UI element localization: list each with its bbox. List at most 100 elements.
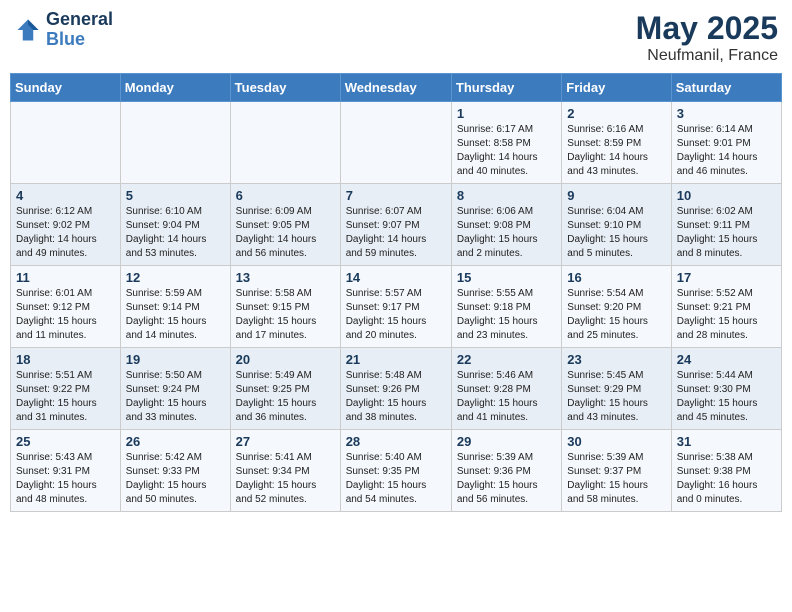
day-number: 25 <box>16 434 115 449</box>
calendar-cell: 16 Sunrise: 5:54 AM Sunset: 9:20 PM Dayli… <box>562 266 671 348</box>
dow-header: Friday <box>562 74 671 102</box>
logo: General Blue <box>14 10 113 50</box>
calendar-cell: 19 Sunrise: 5:50 AM Sunset: 9:24 PM Dayli… <box>120 348 230 430</box>
day-number: 14 <box>346 270 446 285</box>
calendar-cell: 26Sunrise: 5:42 AM Sunset: 9:33 PM Dayli… <box>120 430 230 512</box>
calendar-body: 1 Sunrise: 6:17 AM Sunset: 8:58 PM Daylig… <box>11 102 782 512</box>
calendar-cell: 31 Sunrise: 5:38 AM Sunset: 9:38 PM Dayli… <box>671 430 781 512</box>
day-number: 9 <box>567 188 665 203</box>
day-number: 11 <box>16 270 115 285</box>
day-number: 27 <box>236 434 335 449</box>
calendar-cell <box>120 102 230 184</box>
calendar-cell: 10Sunrise: 6:02 AM Sunset: 9:11 PM Dayli… <box>671 184 781 266</box>
calendar-cell <box>230 102 340 184</box>
day-info: Sunrise: 5:59 AM Sunset: 9:14 PM Dayligh… <box>126 287 225 343</box>
dow-header: Sunday <box>11 74 121 102</box>
day-info: Sunrise: 5:39 AM Sunset: 9:36 PM Dayligh… <box>457 451 556 507</box>
calendar-week-row: 1 Sunrise: 6:17 AM Sunset: 8:58 PM Daylig… <box>11 102 782 184</box>
calendar-cell: 5Sunrise: 6:10 AM Sunset: 9:04 PM Daylig… <box>120 184 230 266</box>
dow-header: Thursday <box>451 74 561 102</box>
day-number: 24 <box>677 352 776 367</box>
page-header: General Blue May 2025 Neufmanil, France <box>10 10 782 65</box>
day-info: Sunrise: 6:10 AM Sunset: 9:04 PM Dayligh… <box>126 205 225 261</box>
day-number: 6 <box>236 188 335 203</box>
calendar-cell: 22 Sunrise: 5:46 AM Sunset: 9:28 PM Dayli… <box>451 348 561 430</box>
day-number: 21 <box>346 352 446 367</box>
day-info: Sunrise: 6:04 AM Sunset: 9:10 PM Dayligh… <box>567 205 665 261</box>
day-info: Sunrise: 5:50 AM Sunset: 9:24 PM Dayligh… <box>126 369 225 425</box>
calendar-cell: 18Sunrise: 5:51 AM Sunset: 9:22 PM Dayli… <box>11 348 121 430</box>
calendar-cell: 7 Sunrise: 6:07 AM Sunset: 9:07 PM Daylig… <box>340 184 451 266</box>
calendar-week-row: 4Sunrise: 6:12 AM Sunset: 9:02 PM Daylig… <box>11 184 782 266</box>
dow-header: Monday <box>120 74 230 102</box>
calendar-week-row: 18Sunrise: 5:51 AM Sunset: 9:22 PM Dayli… <box>11 348 782 430</box>
day-info: Sunrise: 5:52 AM Sunset: 9:21 PM Dayligh… <box>677 287 776 343</box>
day-info: Sunrise: 5:43 AM Sunset: 9:31 PM Dayligh… <box>16 451 115 507</box>
calendar-cell: 17 Sunrise: 5:52 AM Sunset: 9:21 PM Dayli… <box>671 266 781 348</box>
calendar-cell: 14 Sunrise: 5:57 AM Sunset: 9:17 PM Dayli… <box>340 266 451 348</box>
calendar-cell: 12 Sunrise: 5:59 AM Sunset: 9:14 PM Dayli… <box>120 266 230 348</box>
day-number: 12 <box>126 270 225 285</box>
calendar-cell: 30Sunrise: 5:39 AM Sunset: 9:37 PM Dayli… <box>562 430 671 512</box>
day-info: Sunrise: 5:58 AM Sunset: 9:15 PM Dayligh… <box>236 287 335 343</box>
calendar-week-row: 11 Sunrise: 6:01 AM Sunset: 9:12 PM Dayli… <box>11 266 782 348</box>
dow-header: Saturday <box>671 74 781 102</box>
calendar-cell: 25 Sunrise: 5:43 AM Sunset: 9:31 PM Dayli… <box>11 430 121 512</box>
calendar-title: May 2025 <box>636 10 778 47</box>
calendar-cell: 4Sunrise: 6:12 AM Sunset: 9:02 PM Daylig… <box>11 184 121 266</box>
day-info: Sunrise: 5:57 AM Sunset: 9:17 PM Dayligh… <box>346 287 446 343</box>
day-number: 19 <box>126 352 225 367</box>
calendar-cell: 3 Sunrise: 6:14 AM Sunset: 9:01 PM Daylig… <box>671 102 781 184</box>
calendar-cell: 2 Sunrise: 6:16 AM Sunset: 8:59 PM Daylig… <box>562 102 671 184</box>
calendar-cell: 13 Sunrise: 5:58 AM Sunset: 9:15 PM Dayli… <box>230 266 340 348</box>
day-info: Sunrise: 5:48 AM Sunset: 9:26 PM Dayligh… <box>346 369 446 425</box>
day-info: Sunrise: 6:16 AM Sunset: 8:59 PM Dayligh… <box>567 123 665 179</box>
title-block: May 2025 Neufmanil, France <box>636 10 778 65</box>
day-number: 26 <box>126 434 225 449</box>
days-of-week-row: SundayMondayTuesdayWednesdayThursdayFrid… <box>11 74 782 102</box>
day-number: 15 <box>457 270 556 285</box>
day-info: Sunrise: 6:01 AM Sunset: 9:12 PM Dayligh… <box>16 287 115 343</box>
day-info: Sunrise: 5:46 AM Sunset: 9:28 PM Dayligh… <box>457 369 556 425</box>
day-number: 28 <box>346 434 446 449</box>
calendar-cell: 9 Sunrise: 6:04 AM Sunset: 9:10 PM Daylig… <box>562 184 671 266</box>
day-info: Sunrise: 5:55 AM Sunset: 9:18 PM Dayligh… <box>457 287 556 343</box>
day-info: Sunrise: 6:07 AM Sunset: 9:07 PM Dayligh… <box>346 205 446 261</box>
day-info: Sunrise: 6:06 AM Sunset: 9:08 PM Dayligh… <box>457 205 556 261</box>
day-info: Sunrise: 5:45 AM Sunset: 9:29 PM Dayligh… <box>567 369 665 425</box>
day-number: 29 <box>457 434 556 449</box>
calendar-cell: 6 Sunrise: 6:09 AM Sunset: 9:05 PM Daylig… <box>230 184 340 266</box>
day-number: 8 <box>457 188 556 203</box>
day-number: 1 <box>457 106 556 121</box>
day-number: 22 <box>457 352 556 367</box>
day-number: 3 <box>677 106 776 121</box>
logo-icon <box>14 16 42 44</box>
logo-text: General Blue <box>46 10 113 50</box>
calendar-cell: 1 Sunrise: 6:17 AM Sunset: 8:58 PM Daylig… <box>451 102 561 184</box>
calendar-cell: 15 Sunrise: 5:55 AM Sunset: 9:18 PM Dayli… <box>451 266 561 348</box>
day-number: 20 <box>236 352 335 367</box>
day-info: Sunrise: 5:44 AM Sunset: 9:30 PM Dayligh… <box>677 369 776 425</box>
calendar-subtitle: Neufmanil, France <box>636 47 778 65</box>
day-info: Sunrise: 6:17 AM Sunset: 8:58 PM Dayligh… <box>457 123 556 179</box>
day-number: 17 <box>677 270 776 285</box>
day-number: 13 <box>236 270 335 285</box>
calendar-cell: 27Sunrise: 5:41 AM Sunset: 9:34 PM Dayli… <box>230 430 340 512</box>
day-number: 18 <box>16 352 115 367</box>
calendar-cell: 11 Sunrise: 6:01 AM Sunset: 9:12 PM Dayli… <box>11 266 121 348</box>
day-info: Sunrise: 6:14 AM Sunset: 9:01 PM Dayligh… <box>677 123 776 179</box>
day-number: 31 <box>677 434 776 449</box>
day-info: Sunrise: 5:54 AM Sunset: 9:20 PM Dayligh… <box>567 287 665 343</box>
day-number: 7 <box>346 188 446 203</box>
day-number: 2 <box>567 106 665 121</box>
day-number: 16 <box>567 270 665 285</box>
calendar-cell: 20Sunrise: 5:49 AM Sunset: 9:25 PM Dayli… <box>230 348 340 430</box>
day-info: Sunrise: 6:12 AM Sunset: 9:02 PM Dayligh… <box>16 205 115 261</box>
day-info: Sunrise: 5:39 AM Sunset: 9:37 PM Dayligh… <box>567 451 665 507</box>
calendar-cell <box>340 102 451 184</box>
calendar-cell: 28Sunrise: 5:40 AM Sunset: 9:35 PM Dayli… <box>340 430 451 512</box>
day-info: Sunrise: 5:38 AM Sunset: 9:38 PM Dayligh… <box>677 451 776 507</box>
day-info: Sunrise: 6:02 AM Sunset: 9:11 PM Dayligh… <box>677 205 776 261</box>
day-info: Sunrise: 6:09 AM Sunset: 9:05 PM Dayligh… <box>236 205 335 261</box>
dow-header: Wednesday <box>340 74 451 102</box>
